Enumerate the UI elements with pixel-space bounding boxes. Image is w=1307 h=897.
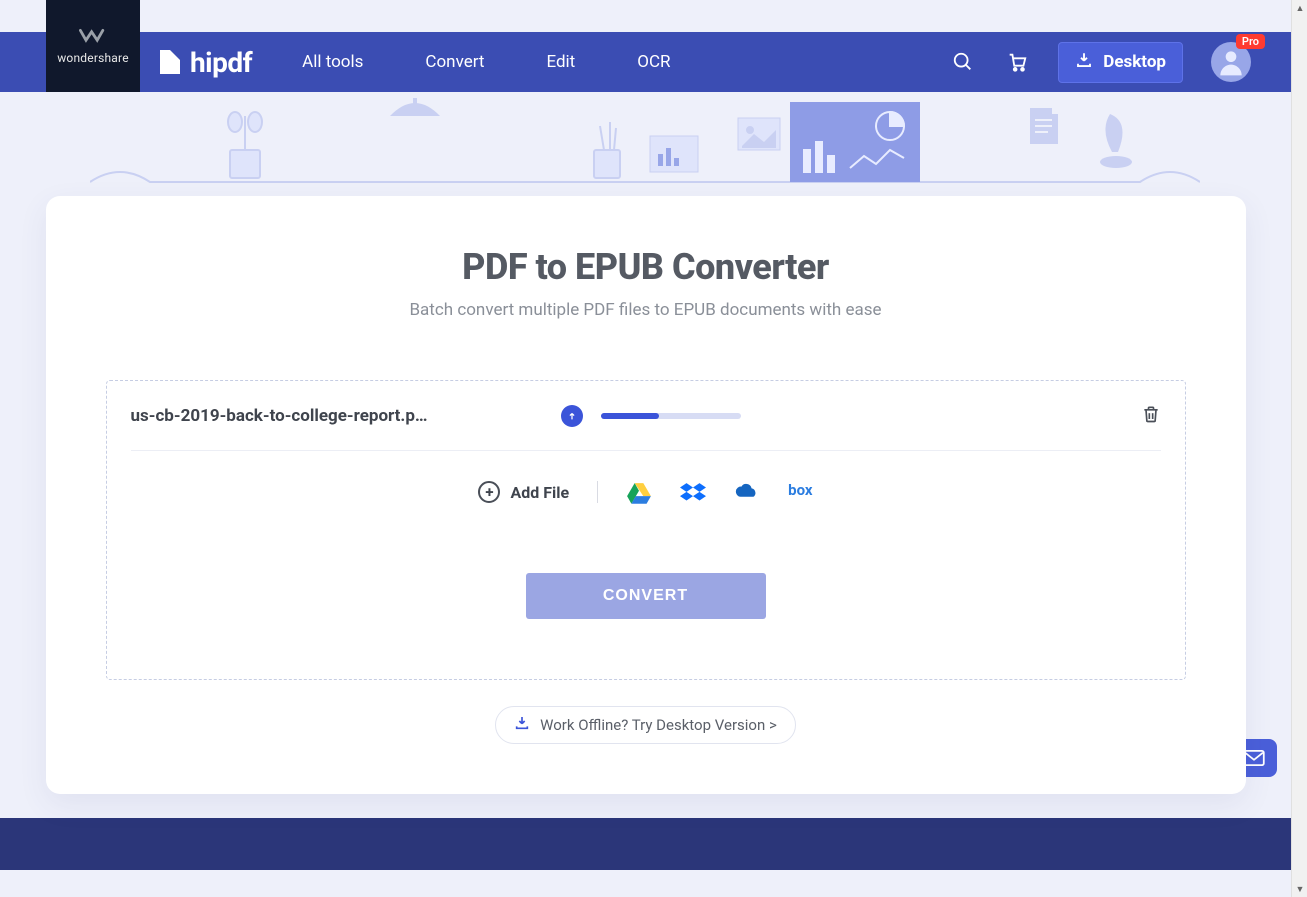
page-title: PDF to EPUB Converter xyxy=(106,246,1186,288)
upload-indicator xyxy=(561,405,741,427)
offline-label: Work Offline? Try Desktop Version > xyxy=(540,716,777,734)
source-row: + Add File box xyxy=(131,481,1161,503)
scrollbar-up-icon[interactable]: ▲ xyxy=(1292,0,1307,16)
converter-card: PDF to EPUB Converter Batch convert mult… xyxy=(46,196,1246,794)
wondershare-logo-box[interactable]: wondershare xyxy=(46,0,140,92)
nav-ocr[interactable]: OCR xyxy=(637,52,670,72)
hipdf-mark-icon xyxy=(160,50,180,74)
file-row: us-cb-2019-back-to-college-report.p… xyxy=(131,381,1161,451)
wondershare-text: wondershare xyxy=(57,51,129,65)
divider xyxy=(597,481,598,503)
desktop-label: Desktop xyxy=(1103,52,1166,72)
file-name: us-cb-2019-back-to-college-report.p… xyxy=(131,406,511,426)
hipdf-logo[interactable]: hipdf xyxy=(160,46,252,79)
scrollbar-down-icon[interactable]: ▼ xyxy=(1292,881,1307,897)
add-file-label: Add File xyxy=(510,483,569,502)
wondershare-glyph-icon xyxy=(79,27,107,45)
footer-band xyxy=(0,818,1291,870)
main-nav: All tools Convert Edit OCR xyxy=(302,52,670,72)
upload-progress-fill xyxy=(601,413,660,419)
dropzone[interactable]: us-cb-2019-back-to-college-report.p… + A… xyxy=(106,380,1186,680)
hipdf-text: hipdf xyxy=(190,46,252,79)
download-icon xyxy=(1075,51,1093,74)
nav-all-tools[interactable]: All tools xyxy=(302,52,363,72)
nav-edit[interactable]: Edit xyxy=(546,52,575,72)
plus-circle-icon: + xyxy=(478,481,500,503)
delete-file-button[interactable] xyxy=(1141,403,1161,429)
upload-progress xyxy=(601,413,741,419)
hero-decoration xyxy=(0,92,1291,192)
cart-icon[interactable] xyxy=(1004,49,1030,75)
upload-arrow-icon xyxy=(561,405,583,427)
search-icon[interactable] xyxy=(950,49,976,75)
onedrive-icon[interactable] xyxy=(734,481,760,503)
desktop-button[interactable]: Desktop xyxy=(1058,42,1183,83)
download-icon xyxy=(514,715,530,735)
account-avatar[interactable]: Pro xyxy=(1211,42,1251,82)
pro-badge: Pro xyxy=(1236,34,1265,49)
convert-button[interactable]: CONVERT xyxy=(526,573,766,619)
box-icon[interactable]: box xyxy=(788,481,812,503)
page-subtitle: Batch convert multiple PDF files to EPUB… xyxy=(106,300,1186,320)
google-drive-icon[interactable] xyxy=(626,481,652,503)
main-header: hipdf All tools Convert Edit OCR Desktop… xyxy=(0,32,1291,92)
offline-desktop-link[interactable]: Work Offline? Try Desktop Version > xyxy=(495,706,796,744)
vertical-scrollbar[interactable]: ▲ ▼ xyxy=(1291,0,1307,897)
dropbox-icon[interactable] xyxy=(680,481,706,503)
add-file-button[interactable]: + Add File xyxy=(478,481,569,503)
nav-convert[interactable]: Convert xyxy=(425,52,484,72)
